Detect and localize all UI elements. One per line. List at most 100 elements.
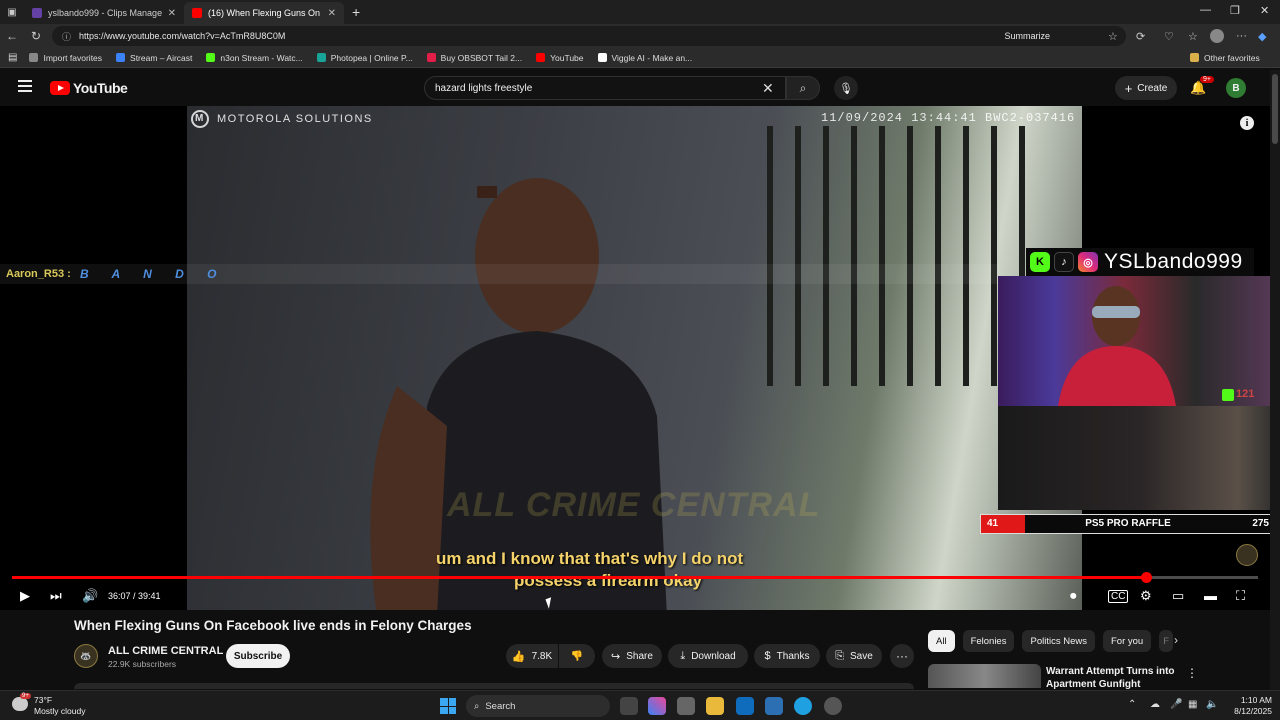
- autoplay-toggle-icon[interactable]: ⏺: [1070, 588, 1077, 604]
- close-tab-icon[interactable]: ✕: [328, 8, 336, 19]
- like-button[interactable]: 👍 7.8K: [506, 644, 558, 668]
- video-frame[interactable]: MOTOROLA SOLUTIONS 11/09/2024 13:44:41 B…: [187, 106, 1082, 610]
- url-field[interactable]: ⓘ https://www.youtube.com/watch?v=AcTmR8…: [52, 26, 1126, 46]
- play-icon[interactable]: ▶: [20, 588, 30, 604]
- file-explorer-icon[interactable]: [706, 697, 724, 715]
- site-info-icon[interactable]: ⓘ: [62, 30, 71, 43]
- next-video-icon[interactable]: ⏭: [50, 588, 62, 604]
- other-favorites[interactable]: Other favorites: [1190, 53, 1260, 63]
- description-box[interactable]: [74, 683, 914, 689]
- obs-icon[interactable]: [824, 697, 842, 715]
- channel-avatar[interactable]: 🦝: [74, 644, 98, 668]
- outlook-icon[interactable]: [736, 697, 754, 715]
- thanks-button[interactable]: $ Thanks: [754, 644, 820, 668]
- clear-search-icon[interactable]: ✕: [762, 80, 774, 97]
- share-button[interactable]: ↪ Share: [602, 644, 662, 668]
- channel-branding-watermark[interactable]: [1236, 544, 1258, 566]
- recommended-video-title[interactable]: Warrant Attempt Turns into Apartment Gun…: [1046, 665, 1176, 691]
- bookmark-viggle[interactable]: Viggle AI - Make an...: [597, 53, 692, 63]
- voice-search-button[interactable]: 🎙: [834, 76, 858, 100]
- youtube-logo[interactable]: YouTube: [50, 80, 128, 96]
- bookmark-youtube[interactable]: YouTube: [536, 53, 584, 63]
- info-icon[interactable]: i: [1240, 116, 1254, 130]
- recommended-video-thumbnail[interactable]: [928, 664, 1041, 688]
- close-window-icon[interactable]: ✕: [1260, 4, 1269, 17]
- favorites-icon[interactable]: ☆: [1188, 30, 1198, 43]
- windows-start-icon[interactable]: [440, 698, 456, 714]
- channel-name[interactable]: ALL CRIME CENTRAL: [108, 645, 223, 657]
- microphone-tray-icon[interactable]: 🎤: [1170, 699, 1182, 710]
- download-button[interactable]: ⤓ Download: [668, 644, 748, 668]
- bookmark-photopea[interactable]: Photopea | Online P...: [316, 53, 413, 63]
- bookmark-obsbot[interactable]: Buy OBSBOT Tail 2...: [426, 53, 522, 63]
- search-button[interactable]: ⌕: [786, 76, 820, 100]
- weather-cloud-icon[interactable]: [12, 697, 28, 711]
- chip-felonies[interactable]: Felonies: [962, 630, 1015, 652]
- summarize-button[interactable]: Summarize: [1004, 31, 1050, 41]
- new-tab-button[interactable]: +: [352, 4, 360, 20]
- browser-tab-youtube[interactable]: (16) When Flexing Guns On Faceb ✕: [184, 2, 344, 24]
- fullscreen-icon[interactable]: ⛶: [1236, 588, 1245, 604]
- copilot-app-icon[interactable]: [648, 697, 666, 715]
- cloud-sync-icon[interactable]: ☁: [1150, 699, 1160, 710]
- more-actions-button[interactable]: ···: [890, 644, 914, 668]
- save-button[interactable]: ⎘ Save: [826, 644, 882, 668]
- taskbar-search-box[interactable]: ⌕ Search: [466, 695, 610, 717]
- recommendation-filter-chips: All Felonies Politics News For you F: [928, 630, 1181, 652]
- profile-icon[interactable]: [1210, 29, 1224, 43]
- youtube-header: YouTube hazard lights freestyle ✕ ⌕ 🎙 + …: [0, 70, 1270, 106]
- bookmark-import-favorites[interactable]: Import favorites: [29, 53, 102, 63]
- subscribe-button[interactable]: Subscribe: [226, 644, 290, 668]
- tab-actions-icon[interactable]: ▣: [0, 7, 24, 18]
- account-avatar[interactable]: B: [1226, 78, 1246, 98]
- create-button[interactable]: + Create: [1115, 76, 1177, 100]
- seek-bar[interactable]: [12, 572, 1258, 583]
- raffle-progress-bar: 41 PS5 PRO RAFFLE 275: [980, 514, 1270, 534]
- bookmark-n3on[interactable]: n3on Stream - Watc...: [206, 53, 303, 63]
- close-tab-icon[interactable]: ✕: [168, 8, 176, 19]
- settings-gear-icon[interactable]: ⚙: [1140, 588, 1152, 604]
- clock-date[interactable]: 8/12/2025: [1222, 706, 1272, 716]
- chip-partial[interactable]: F: [1159, 630, 1174, 652]
- store-icon[interactable]: [677, 697, 695, 715]
- clock-time[interactable]: 1:10 AM: [1236, 695, 1272, 705]
- scrollbar-thumb[interactable]: [1272, 74, 1278, 144]
- search-input[interactable]: hazard lights freestyle: [424, 76, 786, 100]
- video-player[interactable]: MOTOROLA SOLUTIONS 11/09/2024 13:44:41 B…: [0, 106, 1270, 610]
- speaker-icon[interactable]: 🔈: [1206, 699, 1218, 710]
- bookmark-aircast[interactable]: Stream – Aircast: [116, 53, 192, 63]
- theater-mode-icon[interactable]: ▬: [1204, 588, 1217, 603]
- favorite-star-icon[interactable]: ☆: [1108, 30, 1118, 43]
- more-menu-icon[interactable]: ···: [1236, 30, 1247, 42]
- weather-description: Mostly cloudy: [34, 706, 86, 716]
- motorola-logo-icon: [191, 110, 209, 128]
- chip-politics-news[interactable]: Politics News: [1022, 630, 1095, 652]
- task-view-icon[interactable]: [620, 697, 638, 715]
- miniplayer-icon[interactable]: ▭: [1172, 588, 1184, 604]
- extensions-icon[interactable]: ⟳: [1136, 30, 1145, 43]
- copilot-icon[interactable]: ◆: [1258, 30, 1266, 43]
- hamburger-menu-icon[interactable]: [18, 80, 32, 92]
- photos-icon[interactable]: [765, 697, 783, 715]
- chip-all[interactable]: All: [928, 630, 955, 652]
- edge-browser-icon[interactable]: [794, 697, 812, 715]
- browser-tab-clips-manager[interactable]: yslbando999 - Clips Manager - T ✕: [24, 2, 184, 24]
- bookmarks-folder-icon: ▤: [8, 52, 18, 63]
- recommended-video-menu-icon[interactable]: ⋮: [1186, 666, 1198, 680]
- seek-bar-scrubber[interactable]: [1140, 572, 1152, 583]
- chip-for-you[interactable]: For you: [1102, 630, 1152, 652]
- network-icon[interactable]: ▦: [1188, 699, 1197, 710]
- chips-next-chevron-icon[interactable]: ›: [1174, 633, 1178, 647]
- browser-essentials-icon[interactable]: ♡: [1164, 30, 1174, 43]
- maximize-icon[interactable]: ❐: [1230, 4, 1240, 17]
- dislike-button[interactable]: 👎: [559, 644, 595, 668]
- chat-username: Aaron_R53 :: [6, 268, 71, 280]
- minimize-icon[interactable]: —: [1200, 4, 1211, 16]
- page-scrollbar[interactable]: [1270, 70, 1280, 690]
- tray-overflow-chevron-icon[interactable]: ⌃: [1128, 699, 1136, 710]
- volume-icon[interactable]: 🔊: [82, 588, 98, 604]
- back-arrow-icon[interactable]: ←: [0, 29, 24, 43]
- windows-taskbar: 9+ 73°F Mostly cloudy ⌕ Search ⌃ ☁ 🎤 ▦ 🔈…: [0, 690, 1280, 720]
- captions-icon[interactable]: CC: [1108, 590, 1129, 603]
- refresh-icon[interactable]: ↻: [24, 29, 48, 43]
